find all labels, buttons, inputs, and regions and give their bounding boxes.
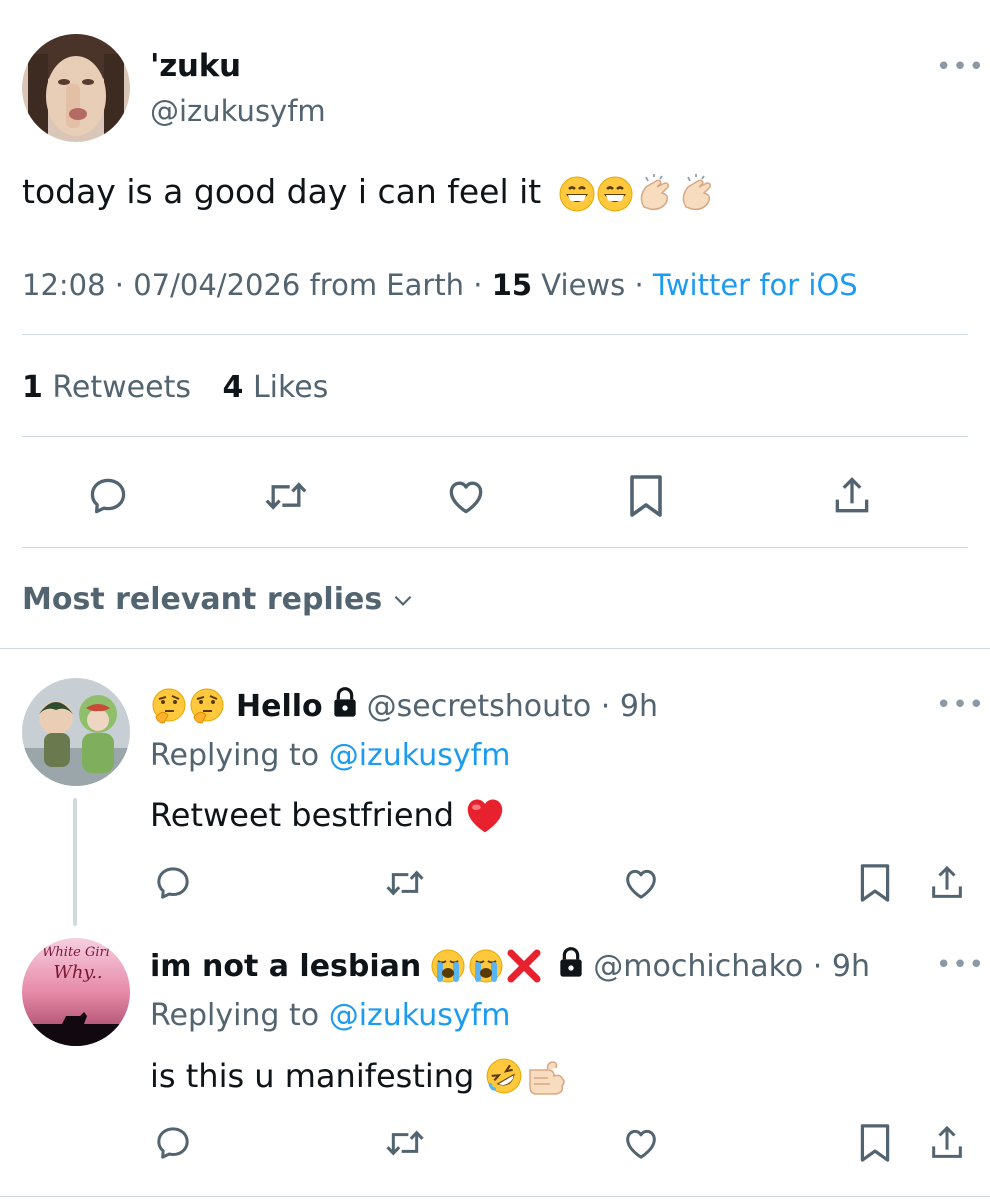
loudly-crying-face-icon bbox=[467, 947, 505, 985]
author-avatar[interactable] bbox=[22, 34, 130, 142]
views-label: Views · bbox=[532, 268, 653, 302]
reply-text: Retweet bestfriend bbox=[150, 796, 506, 834]
retweet-button[interactable] bbox=[260, 470, 312, 522]
avatar-text-line-2: Why.. bbox=[53, 962, 102, 983]
reply-display-name[interactable]: im not a lesbian bbox=[150, 949, 421, 984]
share-icon bbox=[835, 477, 869, 513]
reply-header: im not a lesbian @mochichako · 9h bbox=[150, 946, 870, 986]
tweet-stats: 1 Retweets 4 Likes bbox=[22, 370, 328, 405]
retweet-button[interactable] bbox=[382, 860, 428, 906]
pointing-fist-icon bbox=[524, 1056, 568, 1096]
reply-button[interactable] bbox=[82, 470, 134, 522]
lock-icon bbox=[557, 946, 585, 986]
reply-icon bbox=[90, 478, 126, 514]
thread-connector bbox=[73, 798, 77, 926]
clapping-hands-icon bbox=[676, 173, 718, 215]
bookmark-icon bbox=[860, 1124, 890, 1162]
like-icon bbox=[626, 1129, 656, 1159]
retweets-label: Retweets bbox=[42, 370, 191, 405]
author-display-name[interactable]: 'zuku bbox=[150, 48, 241, 84]
replying-prefix: Replying to bbox=[150, 998, 320, 1033]
more-options-icon[interactable]: ••• bbox=[936, 54, 985, 80]
reply-handle-time[interactable]: @mochichako · 9h bbox=[593, 949, 870, 984]
views-count: 15 bbox=[491, 268, 533, 302]
bookmark-button[interactable] bbox=[852, 860, 898, 906]
retweet-icon bbox=[265, 482, 307, 510]
author-handle[interactable]: @izukusyfm bbox=[150, 94, 326, 128]
tweet-body: today is a good day i can feel it bbox=[22, 172, 542, 211]
retweets-stat[interactable]: 1 Retweets bbox=[22, 370, 191, 405]
reply-body: is this u manifesting bbox=[150, 1057, 475, 1095]
tweet-source-link[interactable]: Twitter for iOS bbox=[653, 268, 858, 302]
lock-icon bbox=[331, 686, 359, 726]
replying-to: Replying to @izukusyfm bbox=[150, 738, 510, 773]
clapping-hands-icon bbox=[634, 173, 676, 215]
divider bbox=[0, 1196, 990, 1197]
bookmark-button[interactable] bbox=[852, 1120, 898, 1166]
reply-icon bbox=[157, 867, 189, 899]
reply-display-name[interactable]: Hello bbox=[236, 689, 323, 724]
replying-mention-link[interactable]: @izukusyfm bbox=[329, 998, 511, 1033]
reply-text: is this u manifesting bbox=[150, 1056, 568, 1096]
reply-body: Retweet bestfriend bbox=[150, 796, 455, 834]
grinning-face-icon bbox=[596, 175, 634, 213]
bookmark-button[interactable] bbox=[620, 470, 672, 522]
reply-button[interactable] bbox=[150, 860, 196, 906]
grinning-face-icon bbox=[558, 175, 596, 213]
more-options-icon[interactable]: ••• bbox=[936, 952, 985, 978]
share-button[interactable] bbox=[826, 470, 878, 522]
tweet-text: today is a good day i can feel it bbox=[22, 172, 718, 215]
reply-avatar[interactable] bbox=[22, 678, 130, 786]
retweets-count: 1 bbox=[22, 370, 43, 405]
thinking-face-icon bbox=[188, 687, 226, 725]
share-button[interactable] bbox=[924, 1120, 970, 1166]
reply-handle-time[interactable]: @secretshouto · 9h bbox=[367, 689, 658, 724]
divider bbox=[22, 436, 968, 437]
replies-sort-dropdown[interactable]: Most relevant replies bbox=[22, 582, 416, 617]
likes-label: Likes bbox=[243, 370, 329, 405]
replying-prefix: Replying to bbox=[150, 738, 320, 773]
reply-button[interactable] bbox=[150, 1120, 196, 1166]
like-icon bbox=[449, 481, 483, 514]
more-options-icon[interactable]: ••• bbox=[936, 692, 985, 718]
rolling-on-floor-laughing-icon bbox=[484, 1056, 524, 1096]
cross-mark-icon bbox=[505, 947, 543, 985]
divider bbox=[0, 648, 990, 649]
retweet-icon bbox=[386, 1130, 424, 1156]
retweet-button[interactable] bbox=[382, 1120, 428, 1166]
tweet-meta: 12:08 · 07/04/2026 from Earth · 15 Views… bbox=[22, 268, 858, 302]
loudly-crying-face-icon bbox=[429, 947, 467, 985]
replying-to: Replying to @izukusyfm bbox=[150, 998, 510, 1033]
replies-sort-label: Most relevant replies bbox=[22, 582, 383, 617]
likes-count: 4 bbox=[222, 370, 244, 405]
divider bbox=[22, 547, 968, 548]
bookmark-icon bbox=[860, 864, 890, 902]
like-button[interactable] bbox=[618, 1120, 664, 1166]
replying-mention-link[interactable]: @izukusyfm bbox=[329, 738, 511, 773]
share-button[interactable] bbox=[924, 860, 970, 906]
share-icon bbox=[932, 865, 962, 898]
retweet-icon bbox=[386, 870, 424, 896]
divider bbox=[22, 334, 968, 335]
reply-header: Hello @secretshouto · 9h bbox=[150, 686, 658, 726]
like-button[interactable] bbox=[440, 470, 492, 522]
like-button[interactable] bbox=[618, 860, 664, 906]
bookmark-icon bbox=[630, 475, 662, 517]
tweet-timestamp[interactable]: 12:08 · 07/04/2026 from Earth · bbox=[22, 268, 492, 302]
share-icon bbox=[932, 1125, 962, 1158]
reply-icon bbox=[157, 1127, 189, 1159]
thinking-face-icon bbox=[150, 687, 188, 725]
reply-avatar[interactable]: White Girl Why.. bbox=[22, 938, 130, 1046]
like-icon bbox=[626, 869, 656, 899]
avatar-text-line-1: White Girl bbox=[42, 945, 110, 960]
chevron-down-icon bbox=[394, 595, 412, 606]
likes-stat[interactable]: 4 Likes bbox=[223, 370, 329, 405]
red-heart-icon bbox=[464, 796, 506, 834]
